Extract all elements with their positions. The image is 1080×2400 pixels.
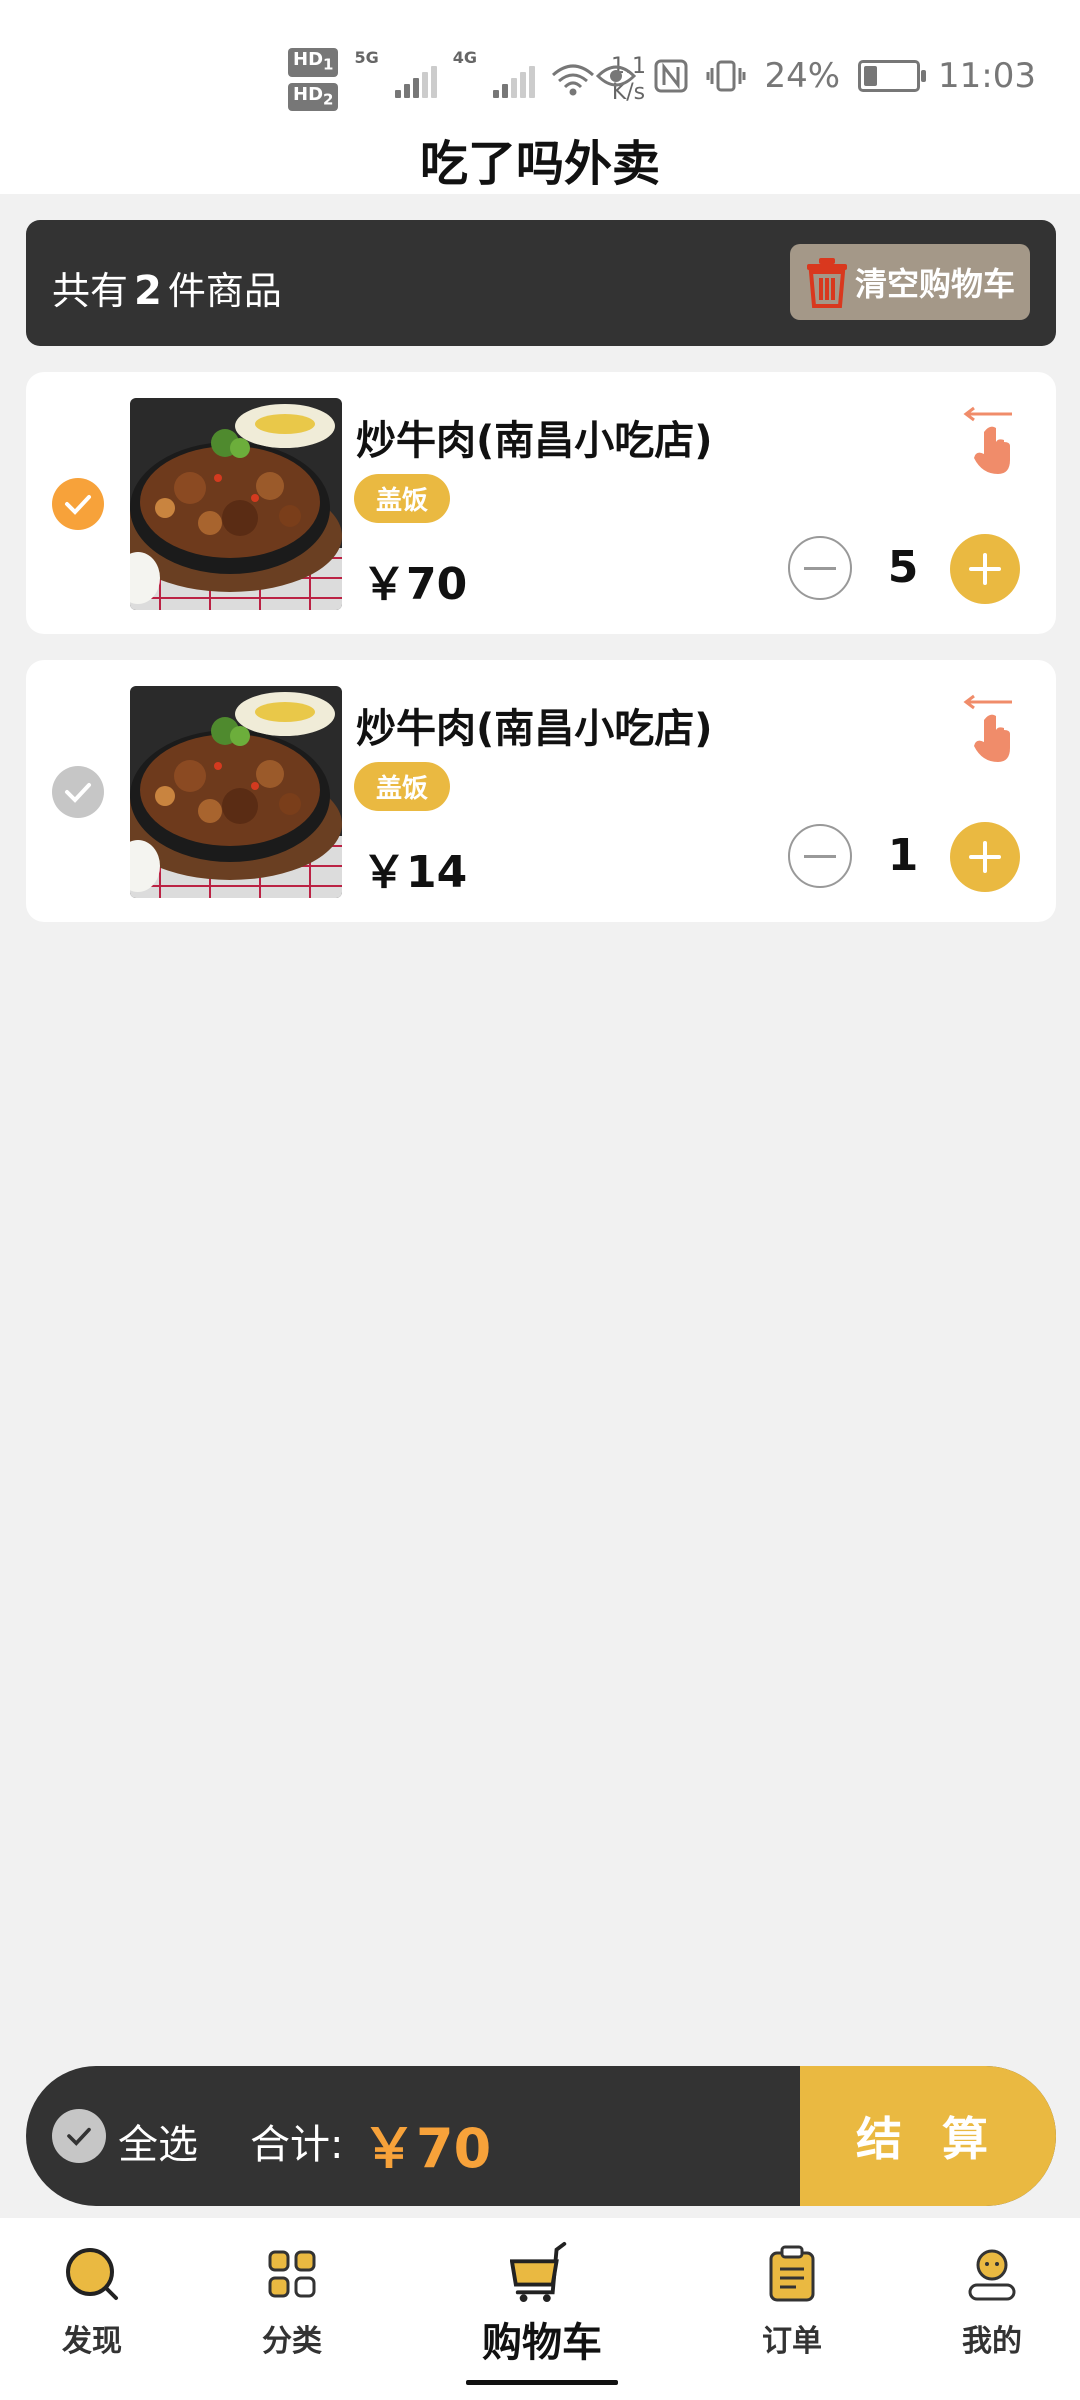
item-checkbox[interactable] (52, 478, 104, 530)
item-name: 炒牛肉(南昌小吃店) (356, 706, 713, 752)
eye-icon (596, 65, 637, 87)
increase-quantity-button[interactable] (950, 534, 1020, 604)
vibrate-icon (706, 60, 746, 92)
nfc-icon (654, 59, 688, 93)
plus-icon (969, 553, 1001, 585)
cart-summary-bar: 共有 2 件商品 清空购物车 (26, 220, 1056, 346)
signal-4g-icon (492, 62, 535, 98)
category-icon (268, 2250, 316, 2298)
food-image (130, 686, 342, 898)
signal-5g-icon (394, 62, 437, 98)
tab-label: 购物车 (482, 2320, 602, 2366)
swipe-left-hint-icon[interactable] (958, 692, 1018, 764)
checkout-button[interactable]: 结 算 (800, 2066, 1056, 2206)
cart-item: 炒牛肉(南昌小吃店) 盖饭 ￥70 5 (26, 372, 1056, 634)
tab-label: 我的 (962, 2324, 1022, 2359)
item-price: ￥14 (362, 847, 468, 898)
clear-cart-button[interactable]: 清空购物车 (790, 244, 1030, 320)
tab-label: 订单 (762, 2324, 822, 2359)
select-all-checkbox[interactable] (52, 2109, 106, 2163)
item-count-text: 共有 2 件商品 (52, 260, 282, 315)
active-tab-indicator (466, 2380, 618, 2385)
swipe-left-hint-icon[interactable] (958, 404, 1018, 476)
checkmark-icon (65, 783, 91, 803)
status-right: 24% 11:03 (596, 56, 1036, 96)
tab-profile[interactable]: 我的 (912, 2218, 1072, 2400)
hd2-badge: HD2 (288, 82, 339, 112)
status-left: HD1 HD2 5G 4G 1.1 K/s (288, 48, 646, 112)
item-price: ￥70 (362, 559, 468, 610)
battery-icon (858, 60, 927, 92)
item-checkbox[interactable] (52, 766, 104, 818)
minus-icon (804, 566, 836, 570)
hd-indicators: HD1 HD2 (288, 48, 339, 112)
checkout-bar: 全选 合计: ￥70 结 算 (26, 2066, 1056, 2206)
hd2-sub: 2 (323, 90, 334, 109)
order-icon (769, 2245, 815, 2302)
total-label: 合计: (250, 2122, 344, 2168)
item-quantity: 1 (887, 830, 919, 881)
network-4g-label: 4G (452, 48, 477, 67)
profile-icon (968, 2249, 1016, 2301)
item-category-tag: 盖饭 (354, 762, 451, 811)
discover-icon (66, 2248, 118, 2300)
item-name: 炒牛肉(南昌小吃店) (356, 418, 713, 464)
hd1-badge: HD1 (288, 48, 339, 77)
count-prefix: 共有 (52, 269, 129, 313)
clear-cart-label: 清空购物车 (854, 265, 1015, 303)
checkmark-icon (67, 2127, 91, 2146)
decrease-quantity-button[interactable] (788, 824, 852, 888)
select-all-label[interactable]: 全选 (118, 2112, 198, 2170)
plus-icon (969, 841, 1001, 873)
clock: 11:03 (938, 56, 1036, 96)
tab-orders[interactable]: 订单 (712, 2218, 872, 2400)
item-category-tag: 盖饭 (354, 474, 451, 523)
total-amount: ￥70 (362, 2117, 492, 2180)
status-bar: HD1 HD2 5G 4G 1.1 K/s 24% 11:03 (0, 0, 1080, 130)
page-title: 吃了吗外卖 (419, 136, 660, 192)
bottom-tab-bar: 发现 分类 购物车 订单 我的 (0, 2218, 1080, 2400)
battery-fill (864, 66, 878, 86)
item-count: 2 (134, 268, 162, 314)
battery-percent: 24% (764, 56, 841, 96)
count-suffix: 件商品 (167, 269, 282, 313)
tab-category[interactable]: 分类 (212, 2218, 372, 2400)
tab-discover[interactable]: 发现 (12, 2218, 172, 2400)
item-quantity: 5 (887, 542, 919, 593)
cart-icon (510, 2241, 567, 2303)
checkmark-icon (65, 495, 91, 515)
tab-label: 发现 (62, 2324, 122, 2359)
increase-quantity-button[interactable] (950, 822, 1020, 892)
network-5g-label: 5G (354, 48, 379, 67)
hd1-text: HD (293, 49, 324, 70)
wifi-icon (551, 64, 594, 96)
minus-icon (804, 854, 836, 858)
hd1-sub: 1 (323, 55, 334, 74)
tab-cart[interactable]: 购物车 (462, 2218, 622, 2400)
tab-label: 分类 (262, 2324, 322, 2359)
decrease-quantity-button[interactable] (788, 536, 852, 600)
trash-icon (806, 258, 847, 308)
cart-item: 炒牛肉(南昌小吃店) 盖饭 ￥14 1 (26, 660, 1056, 922)
hd2-text: HD (293, 83, 324, 105)
food-image (130, 398, 342, 610)
